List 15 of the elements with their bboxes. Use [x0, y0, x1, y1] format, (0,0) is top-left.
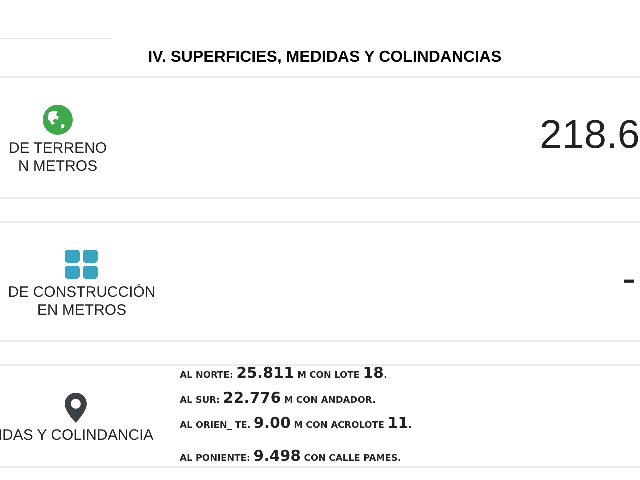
- boundary-line: AL SUR: 22.776 M CON ANDADOR.: [180, 388, 377, 409]
- boundary-line: AL PONIENTE: 9.498 CON CALLE PAMES.: [180, 446, 402, 467]
- row-label: DE CONSTRUCCIÓN: [8, 284, 156, 302]
- map-pin-icon: [65, 393, 87, 423]
- area-value: -: [622, 258, 637, 298]
- area-value: 218.6: [540, 114, 640, 154]
- row-label: IDAS Y COLINDANCIA: [0, 427, 154, 445]
- section-title: IV. SUPERFICIES, MEDIDAS Y COLINDANCIAS: [148, 48, 502, 68]
- row-label: N METROS: [18, 158, 98, 176]
- row-label: EN METROS: [37, 302, 127, 320]
- boundary-line: AL ORIEN_ TE. 9.00 M CON ACROLOTE 11.: [180, 413, 412, 434]
- boundary-line: AL NORTE: 25.811 M CON LOTE 18.: [180, 363, 388, 384]
- globe-icon: [42, 104, 74, 136]
- row-label: DE TERRENO: [8, 140, 108, 158]
- grid-icon: [65, 250, 99, 280]
